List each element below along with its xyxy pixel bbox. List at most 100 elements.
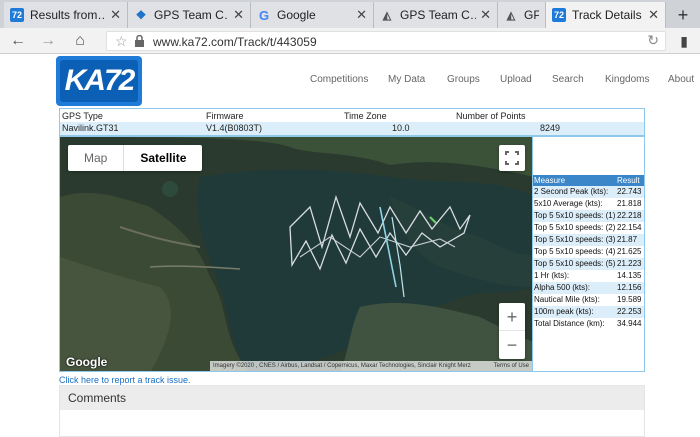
table-row: Nautical Mile (kts): 19.589 — [533, 294, 644, 306]
map-view-button[interactable]: Map — [68, 145, 123, 171]
back-arrow-icon[interactable]: ← — [8, 32, 28, 50]
windsurf-icon: ◭ — [506, 9, 516, 22]
nav-my-data[interactable]: My Data — [388, 74, 425, 85]
measure-label: Top 5 5x10 speeds: (5) — [534, 259, 616, 268]
logo-panel: KA72 — [60, 60, 138, 102]
new-tab-button[interactable]: + — [668, 2, 698, 28]
result-value: 21.625 — [617, 247, 642, 256]
table-row: Top 5 5x10 speeds: (5) 21.223 — [533, 258, 644, 270]
result-value: 21.818 — [617, 199, 642, 208]
home-icon[interactable]: ⌂ — [70, 32, 90, 50]
tab-title: GPS — [524, 8, 539, 22]
tab-title: Google — [277, 8, 316, 22]
browser-tab-gps[interactable]: ◭ GPS — [498, 2, 546, 28]
gps-icon: ❖ — [135, 8, 147, 22]
table-row: Top 5 5x10 speeds: (4) 21.625 — [533, 246, 644, 258]
tab-title: GPS Team C… — [154, 8, 230, 22]
measure-label: Top 5 5x10 speeds: (2) — [534, 223, 616, 232]
url-text: www.ka72.com/Track/t/443059 — [153, 35, 317, 49]
measure-label: Top 5 5x10 speeds: (3) — [534, 235, 616, 244]
measure-label: 1 Hr (kts): — [534, 271, 570, 280]
close-icon[interactable]: ✕ — [110, 7, 121, 23]
table-row: 2 Second Peak (kts): 22.743 — [533, 186, 644, 198]
measure-header: Measure — [534, 176, 566, 185]
results-table: Measure Result 2 Second Peak (kts): 22.74… — [533, 136, 645, 372]
report-track-issue-link[interactable]: Click here to report a track issue. — [59, 375, 191, 385]
firmware-value: V1.4(B0803T) — [206, 123, 263, 133]
measure-label: Nautical Mile (kts): — [534, 295, 600, 304]
close-icon[interactable]: ✕ — [480, 7, 491, 23]
header-gps-type: GPS Type — [62, 111, 103, 121]
table-row: Top 5 5x10 speeds: (2) 22.154 — [533, 222, 644, 234]
measure-label: Top 5 5x10 speeds: (1) — [534, 211, 616, 220]
result-value: 22.154 — [617, 223, 642, 232]
table-row: Alpha 500 (kts): 12.156 — [533, 282, 644, 294]
measure-label: Top 5 5x10 speeds: (4) — [534, 247, 616, 256]
google-logo: Google — [66, 355, 108, 369]
tab-title: GPS Team C… — [400, 8, 477, 22]
header-firmware: Firmware — [206, 111, 244, 121]
nav-kingdoms[interactable]: Kingdoms — [605, 74, 649, 85]
map-attribution: Imagery ©2020 , CNES / Airbus, Landsat /… — [210, 361, 532, 371]
result-value: 22.743 — [617, 187, 642, 196]
nav-groups[interactable]: Groups — [447, 74, 480, 85]
tab-title: Track Details — [572, 8, 642, 22]
result-value: 12.156 — [617, 283, 642, 292]
terms-of-use-link[interactable]: Terms of Use — [494, 361, 529, 371]
ka72-logo[interactable]: KA72 — [56, 56, 142, 106]
satellite-map[interactable]: Map Satellite + − Google Imagery ©2020 ,… — [59, 136, 533, 372]
result-value: 21.87 — [617, 235, 638, 244]
zoom-control: + − — [499, 303, 525, 359]
close-icon[interactable]: ✕ — [648, 7, 659, 23]
result-value: 22.253 — [617, 307, 642, 316]
satellite-view-button[interactable]: Satellite — [123, 145, 202, 171]
bookmark-icon[interactable]: ▮ — [680, 33, 688, 50]
table-row: 1 Hr (kts): 14.135 — [533, 270, 644, 282]
table-row: Top 5 5x10 speeds: (3) 21.87 — [533, 234, 644, 246]
address-bar[interactable]: ☆ www.ka72.com/Track/t/443059 ↻ — [106, 31, 666, 51]
measure-label: 5x10 Average (kts): — [534, 199, 603, 208]
lock-icon — [135, 35, 144, 47]
track-info-row: Navilink.GT31 V1.4(B0803T) 10.0 8249 — [60, 122, 644, 135]
result-value: 14.135 — [617, 271, 642, 280]
measure-label: 100m peak (kts): — [534, 307, 594, 316]
browser-tab-gps-team-2[interactable]: ◭ GPS Team C… ✕ — [374, 2, 498, 28]
result-value: 34.944 — [617, 319, 642, 328]
result-header: Result — [617, 176, 640, 185]
close-icon[interactable]: ✕ — [356, 7, 367, 23]
google-icon: G — [258, 7, 270, 23]
k72-icon: 72 — [552, 8, 566, 22]
tab-title: Results from… — [30, 8, 107, 22]
browser-tab-google[interactable]: G Google ✕ — [251, 2, 374, 28]
close-icon[interactable]: ✕ — [233, 7, 244, 23]
comments-panel: Comments — [59, 385, 645, 437]
reload-icon[interactable]: ↻ — [647, 32, 659, 49]
star-icon[interactable]: ☆ — [115, 33, 128, 50]
nav-search[interactable]: Search — [552, 74, 584, 85]
gps-type-value: Navilink.GT31 — [62, 123, 119, 133]
table-row: 5x10 Average (kts): 21.818 — [533, 198, 644, 210]
track-info-table: GPS Type Firmware Time Zone Number of Po… — [59, 108, 645, 136]
measure-label: Alpha 500 (kts): — [534, 283, 591, 292]
nav-about[interactable]: About — [668, 74, 694, 85]
attribution-text: Imagery ©2020 , CNES / Airbus, Landsat /… — [213, 363, 471, 369]
browser-tab-strip: 72 Results from… ✕ ❖ GPS Team C… ✕ G Goo… — [0, 0, 700, 28]
measure-label: Total Distance (km): — [534, 319, 605, 328]
measure-label: 2 Second Peak (kts): — [534, 187, 609, 196]
result-value: 22.218 — [617, 211, 642, 220]
zoom-in-button[interactable]: + — [499, 303, 525, 331]
table-row: 100m peak (kts): 22.253 — [533, 306, 644, 318]
time-zone-value: 10.0 — [392, 123, 410, 133]
zoom-out-button[interactable]: − — [499, 331, 525, 359]
browser-tab-track-details[interactable]: 72 Track Details ✕ — [546, 2, 666, 28]
table-row: Top 5 5x10 speeds: (1) 22.218 — [533, 210, 644, 222]
nav-competitions[interactable]: Competitions — [310, 74, 368, 85]
browser-tab-gps-team-1[interactable]: ❖ GPS Team C… ✕ — [128, 2, 251, 28]
forward-arrow-icon[interactable]: → — [38, 32, 58, 50]
nav-upload[interactable]: Upload — [500, 74, 532, 85]
logo-text: KA72 — [64, 64, 136, 97]
windsurf-icon: ◭ — [382, 9, 392, 22]
browser-tab-results[interactable]: 72 Results from… ✕ — [4, 2, 128, 28]
fullscreen-button[interactable] — [499, 145, 525, 171]
fullscreen-icon — [505, 151, 519, 165]
